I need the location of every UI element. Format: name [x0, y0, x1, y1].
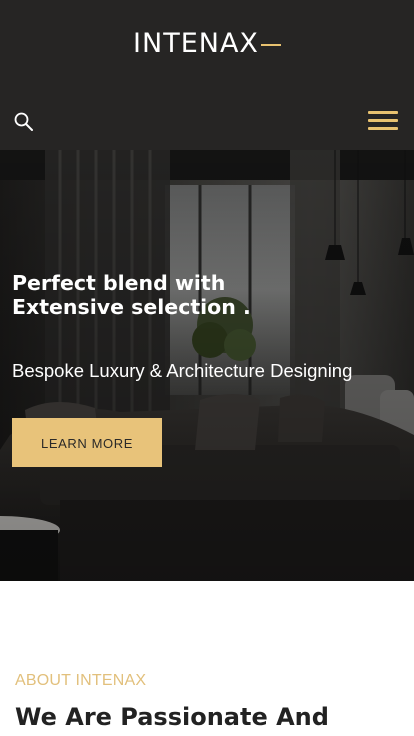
hamburger-menu-button[interactable] — [368, 108, 400, 132]
search-button[interactable] — [13, 111, 35, 133]
hamburger-menu-icon-line — [368, 111, 398, 114]
hero-title-line-1: Perfect blend with — [12, 271, 226, 295]
learn-more-button[interactable]: LEARN MORE — [12, 418, 162, 467]
logo-accent-dash — [260, 43, 281, 46]
about-section-label: ABOUT INTENAX — [15, 672, 147, 689]
hero-title: Perfect blend with Extensive selection . — [12, 271, 402, 319]
hamburger-menu-icon-line — [368, 119, 398, 122]
logo-text: INTENAX — [133, 28, 259, 59]
hero-title-line-2: Extensive selection . — [12, 295, 251, 319]
logo[interactable]: INTENAX — [0, 28, 414, 59]
hamburger-menu-icon-line — [368, 127, 398, 130]
site-header: INTENAX — [0, 0, 414, 150]
hero-banner: Perfect blend with Extensive selection .… — [0, 150, 414, 581]
about-section-title: We Are Passionate And — [15, 703, 329, 731]
hero-subtitle: Bespoke Luxury & Architecture Designing — [12, 360, 353, 381]
search-icon — [14, 112, 33, 131]
